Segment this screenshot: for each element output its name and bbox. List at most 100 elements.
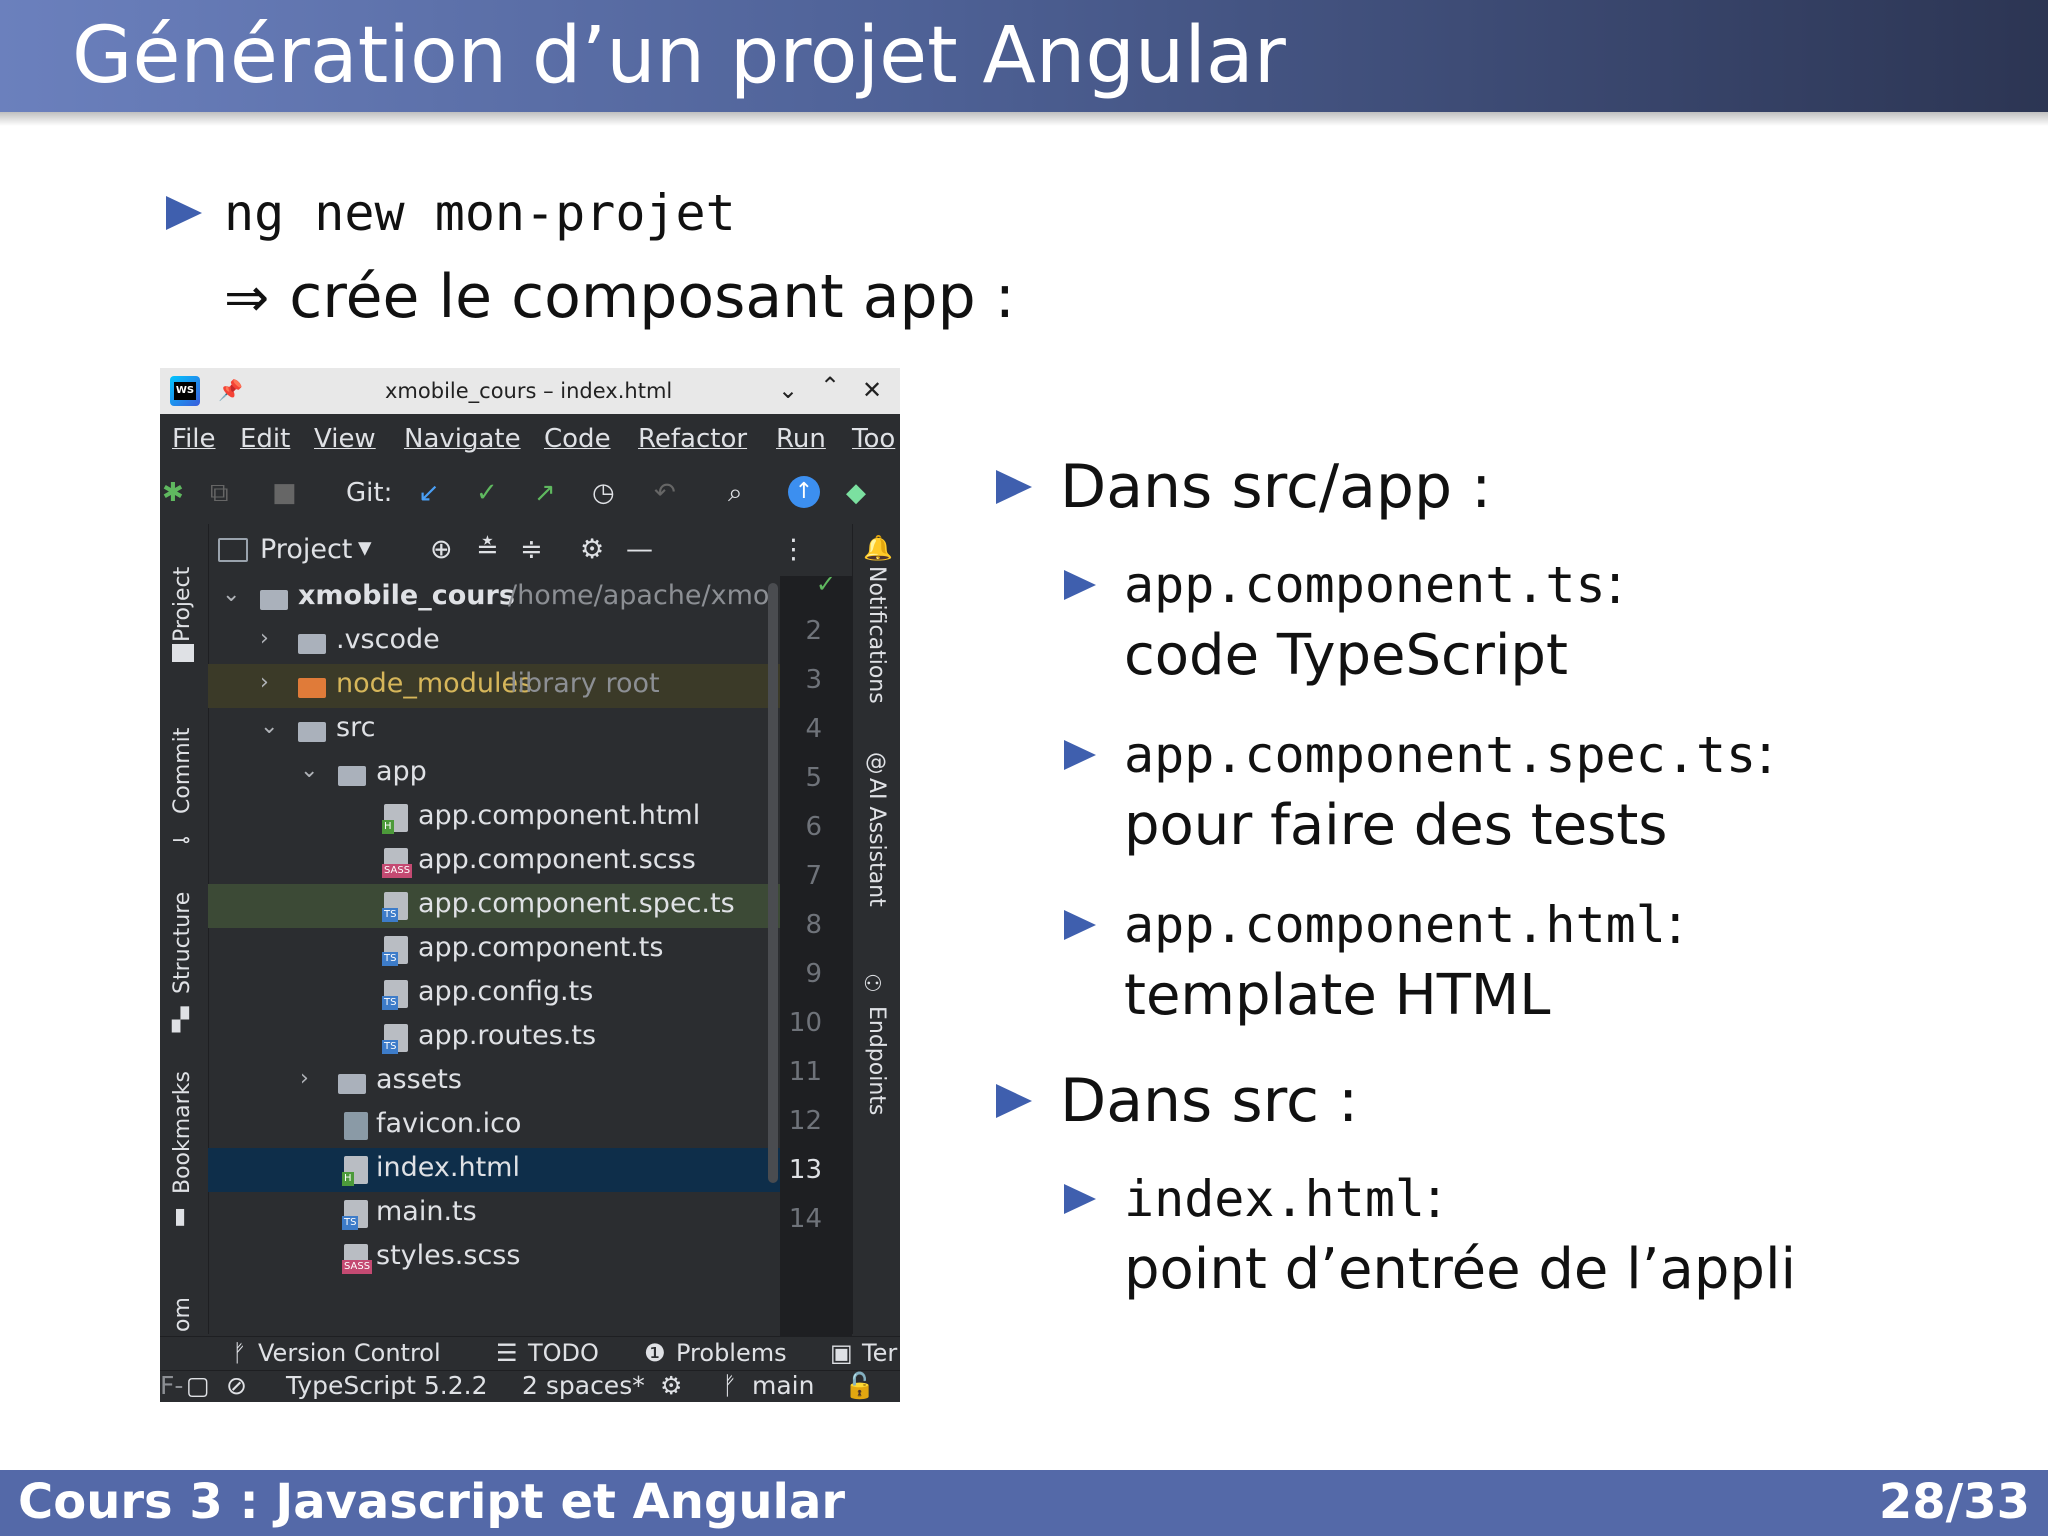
- tree-row[interactable]: TS main.ts: [208, 1192, 780, 1236]
- ai-logo-icon[interactable]: ◆: [846, 478, 866, 508]
- chevron-right-icon[interactable]: ›: [300, 1066, 309, 1091]
- history-icon[interactable]: ◷: [592, 478, 615, 508]
- stop-icon[interactable]: ■: [272, 478, 297, 508]
- chevron-up-icon[interactable]: ⌃: [820, 372, 840, 400]
- locate-icon[interactable]: ⊕: [430, 534, 453, 565]
- menu-file[interactable]: File: [172, 424, 216, 454]
- branch-icon: ᚠ: [722, 1371, 738, 1400]
- tree-item-label: assets: [376, 1064, 462, 1095]
- chevron-down-icon[interactable]: ▾: [358, 532, 372, 563]
- tab-project[interactable]: Project: [170, 567, 195, 642]
- line-number: 9: [805, 959, 822, 989]
- line-number: 14: [788, 1204, 822, 1234]
- tree-row[interactable]: › .vscode: [208, 620, 780, 664]
- ide-toolbar: ✱ ⧉ ■ Git: ↙ ✓ ↗ ◷ ↶ ⌕ ↑ ◆: [160, 464, 900, 524]
- search-icon[interactable]: ⌕: [728, 478, 743, 509]
- list-item: app.component.ts : code TypeScript: [1064, 552, 1625, 688]
- chevron-right-icon[interactable]: ›: [260, 670, 269, 695]
- menu-view[interactable]: View: [314, 424, 376, 454]
- tree-row[interactable]: TS app.component.spec.ts: [208, 884, 780, 928]
- bullet-triangle-icon: [166, 196, 202, 230]
- tab-bookmarks[interactable]: Bookmarks: [170, 1071, 195, 1194]
- list-item: app.component.spec.ts : pour faire des t…: [1064, 722, 1775, 858]
- chevron-right-icon[interactable]: ›: [260, 626, 269, 651]
- tree-row[interactable]: H index.html: [208, 1148, 780, 1192]
- separator: :: [1756, 722, 1776, 787]
- chevron-down-icon[interactable]: ⌄: [778, 376, 798, 404]
- chevron-down-icon[interactable]: ⌄: [260, 714, 278, 739]
- line-number: 3: [805, 665, 822, 695]
- tree-row[interactable]: ⌄ app: [208, 752, 780, 796]
- lock-icon[interactable]: 🔓: [844, 1371, 875, 1401]
- git-update-icon[interactable]: ↙: [418, 478, 440, 508]
- bookmark-icon: ▮: [174, 1204, 187, 1229]
- project-panel-header: Project ▾ ⊕ ≛ ≑ ⚙ — ⋮: [208, 524, 808, 576]
- close-icon[interactable]: ✕: [862, 376, 882, 404]
- tab-structure[interactable]: Structure: [170, 892, 195, 994]
- tree-row[interactable]: TS app.routes.ts: [208, 1016, 780, 1060]
- chevron-down-icon[interactable]: ⌄: [222, 582, 240, 607]
- git-push-icon[interactable]: ↗: [534, 478, 556, 508]
- tree-row[interactable]: TS app.component.ts: [208, 928, 780, 972]
- menu-tools[interactable]: Too: [852, 424, 895, 454]
- pin-icon[interactable]: 📌: [218, 378, 243, 402]
- tree-row[interactable]: SASS styles.scss: [208, 1236, 780, 1280]
- bullet-triangle-icon: [996, 1084, 1032, 1118]
- file-tag: TS: [382, 996, 399, 1010]
- tab-extra[interactable]: om: [170, 1297, 195, 1332]
- settings-icon[interactable]: ⚙: [660, 1371, 682, 1400]
- debug-icon[interactable]: ✱: [162, 478, 184, 508]
- tab-notifications[interactable]: Notifications: [864, 566, 889, 704]
- tab-ai-assistant[interactable]: AI Assistant: [864, 778, 889, 907]
- tab-terminal[interactable]: Ter: [862, 1339, 897, 1367]
- folder-icon: [298, 634, 326, 654]
- attach-icon[interactable]: ⧉: [210, 478, 229, 509]
- title-shadow: [0, 112, 2048, 126]
- menu-code[interactable]: Code: [544, 424, 611, 454]
- tab-version-control[interactable]: Version Control: [258, 1339, 441, 1367]
- menu-edit[interactable]: Edit: [240, 424, 290, 454]
- ts-file-icon: TS: [382, 892, 408, 922]
- status-branch[interactable]: main: [752, 1371, 814, 1400]
- tree-item-label: styles.scss: [376, 1240, 521, 1271]
- list-item: app.component.html : template HTML: [1064, 892, 1685, 1028]
- tree-row[interactable]: › node_modules library root: [208, 664, 780, 708]
- tree-row[interactable]: H app.component.html: [208, 796, 780, 840]
- status-indent[interactable]: 2 spaces*: [522, 1371, 645, 1400]
- menu-navigate[interactable]: Navigate: [404, 424, 521, 454]
- tab-todo[interactable]: TODO: [528, 1339, 599, 1367]
- expand-all-icon[interactable]: ≛: [476, 534, 499, 565]
- chevron-down-icon[interactable]: ⌄: [300, 758, 318, 783]
- file-tag: TS: [382, 952, 399, 966]
- eye-slash-icon[interactable]: ⊘: [226, 1371, 247, 1400]
- ide-title-bar: WS 📌 xmobile_cours – index.html ⌄ ⌃ ✕: [160, 368, 900, 414]
- tree-vertical-scrollbar[interactable]: [768, 583, 778, 1183]
- tree-row[interactable]: favicon.ico: [208, 1104, 780, 1148]
- more-options-icon[interactable]: ⋮: [780, 534, 807, 565]
- tree-row[interactable]: ⌄ xmobile_cours /home/apache/xmol: [208, 576, 780, 620]
- status-language[interactable]: TypeScript 5.2.2: [286, 1371, 488, 1400]
- tree-row[interactable]: ⌄ src: [208, 708, 780, 752]
- git-commit-icon[interactable]: ✓: [476, 478, 498, 508]
- folder-icon: [298, 722, 326, 742]
- menu-run[interactable]: Run: [776, 424, 826, 454]
- folder-icon: [298, 678, 326, 698]
- window-icon[interactable]: ▢: [186, 1371, 210, 1400]
- ide-screenshot: WS 📌 xmobile_cours – index.html ⌄ ⌃ ✕ Fi…: [160, 368, 900, 1402]
- menu-refactor[interactable]: Refactor: [638, 424, 747, 454]
- tree-row[interactable]: SASS app.component.scss: [208, 840, 780, 884]
- gear-icon[interactable]: ⚙: [580, 534, 604, 565]
- project-header-label[interactable]: Project: [260, 534, 352, 565]
- update-icon[interactable]: ↑: [788, 476, 820, 508]
- tab-endpoints[interactable]: Endpoints: [864, 1006, 889, 1115]
- rollback-icon[interactable]: ↶: [654, 478, 676, 508]
- line-number: 6: [805, 812, 822, 842]
- tree-row[interactable]: TS app.config.ts: [208, 972, 780, 1016]
- collapse-all-icon[interactable]: ≑: [520, 534, 543, 565]
- tree-row[interactable]: › assets: [208, 1060, 780, 1104]
- tree-item-label: index.html: [376, 1152, 520, 1183]
- tab-commit[interactable]: Commit: [170, 728, 195, 814]
- line-number: 7: [805, 861, 822, 891]
- tab-problems[interactable]: Problems: [676, 1339, 787, 1367]
- minimize-icon[interactable]: —: [626, 534, 653, 565]
